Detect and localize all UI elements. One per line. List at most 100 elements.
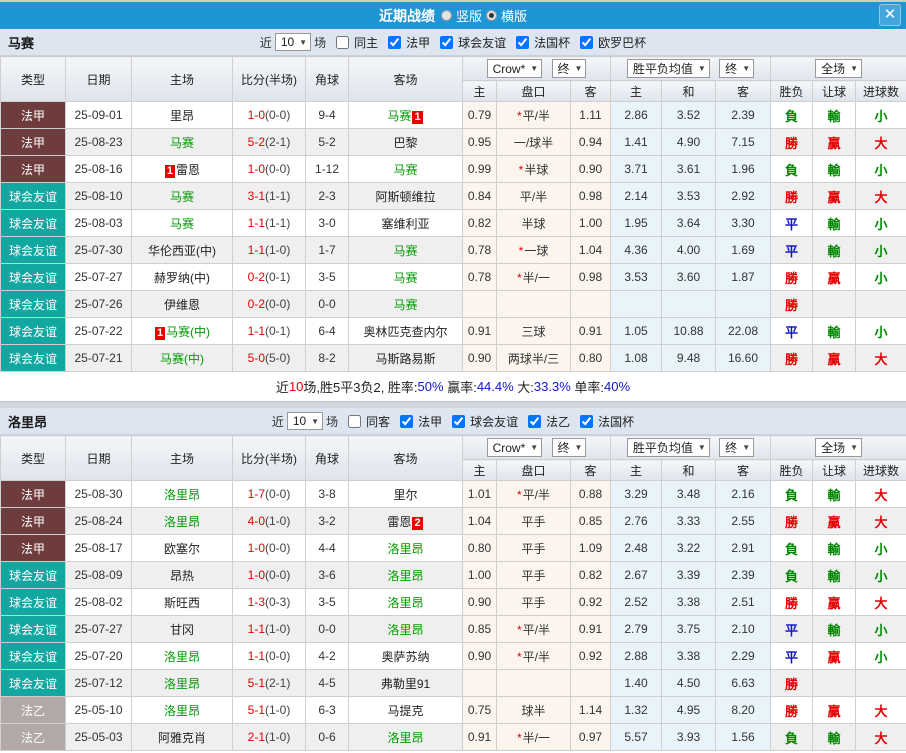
halftime-score: (0-0)	[265, 162, 290, 176]
avg-draw-cell: 3.39	[662, 562, 716, 589]
goals-result-cell: 大	[856, 697, 906, 724]
halftime-score: (1-1)	[265, 189, 290, 203]
avg-select[interactable]: 胜平负均值	[627, 438, 710, 457]
same-venue-label: 同主	[354, 34, 378, 51]
league-filter-checkbox[interactable]	[580, 415, 593, 428]
home-team-cell: 1马赛(中)	[132, 318, 233, 345]
fulltime-score: 1-1	[248, 243, 265, 257]
recent-count-select[interactable]: 10	[275, 33, 311, 51]
crow-odds-select[interactable]: Crow*	[487, 59, 543, 78]
home-team-name: 马赛	[170, 136, 194, 150]
avg-draw-cell: 3.38	[662, 643, 716, 670]
final-odds-select[interactable]: 终	[552, 438, 587, 457]
away-team-name: 洛里昂	[387, 623, 423, 637]
avg-draw-cell: 3.52	[662, 102, 716, 129]
league-filter-label: 欧罗巴杯	[598, 34, 646, 51]
league-filter-checkbox[interactable]	[580, 36, 593, 49]
horizontal-layout-radio[interactable]	[486, 10, 497, 21]
score-cell: 3-1(1-1)	[233, 183, 306, 210]
recent-count-select[interactable]: 10	[287, 412, 323, 430]
crow-odds-select[interactable]: Crow*	[487, 438, 543, 457]
same-venue-checkbox[interactable]	[348, 415, 361, 428]
home-team-name: 洛里昂	[164, 650, 200, 664]
avg-draw-cell: 10.88	[662, 318, 716, 345]
avg-home-cell: 2.79	[611, 616, 662, 643]
away-team-cell: 洛里昂	[349, 724, 463, 751]
away-team-cell: 马赛	[349, 237, 463, 264]
handicap-cell: *平/半	[497, 643, 571, 670]
handicap-cell: 平手	[497, 589, 571, 616]
away-team-name: 马提克	[387, 704, 423, 718]
final-avg-select[interactable]: 终	[719, 438, 754, 457]
vertical-layout-radio[interactable]	[441, 10, 452, 21]
away-team-cell: 弗勒里91	[349, 670, 463, 697]
col-away: 客场	[349, 57, 463, 102]
vertical-layout-label[interactable]: 竖版	[456, 6, 482, 25]
away-team-name: 阿斯顿维拉	[375, 190, 435, 204]
match-row: 球会友谊25-07-221马赛(中)1-1(0-1)6-4奥林匹克查内尔0.91…	[1, 318, 906, 345]
match-date-cell: 25-08-16	[66, 156, 132, 183]
wdl-result-cell: 勝	[771, 345, 813, 372]
handicap-text: 平/半	[523, 488, 550, 502]
avg-draw-cell: 3.64	[662, 210, 716, 237]
league-filter-checkbox[interactable]	[388, 36, 401, 49]
league-filter-checkbox[interactable]	[452, 415, 465, 428]
final-avg-select[interactable]: 终	[719, 59, 754, 78]
handicap-text: 平/半	[520, 190, 547, 204]
away-team-cell: 奥萨苏纳	[349, 643, 463, 670]
away-team-cell: 巴黎	[349, 129, 463, 156]
score-cell: 2-1(1-0)	[233, 724, 306, 751]
goals-result-cell: 大	[856, 724, 906, 751]
home-team-name: 欧塞尔	[164, 542, 200, 556]
col-away: 客场	[349, 436, 463, 481]
wdl-result-cell: 負	[771, 481, 813, 508]
fulltime-score: 5-0	[248, 351, 265, 365]
match-date-cell: 25-07-20	[66, 643, 132, 670]
home-team-cell: 1雷恩	[132, 156, 233, 183]
home-odds-cell: 0.99	[463, 156, 497, 183]
full-match-select[interactable]: 全场	[815, 438, 862, 457]
league-type-cell: 法乙	[1, 724, 66, 751]
match-date-cell: 25-08-17	[66, 535, 132, 562]
goals-result-cell	[856, 670, 906, 697]
avg-select[interactable]: 胜平负均值	[627, 59, 710, 78]
league-filter-checkbox[interactable]	[516, 36, 529, 49]
col-odds-away: 客	[571, 81, 611, 102]
home-team-cell: 华伦西亚(中)	[132, 237, 233, 264]
same-venue-checkbox[interactable]	[336, 36, 349, 49]
score-cell: 1-1(1-0)	[233, 237, 306, 264]
filter-bar: 近 10 场 同客 法甲 球会友谊 法乙 法国杯	[272, 412, 634, 430]
wdl-result-cell: 勝	[771, 589, 813, 616]
handicap-result-cell: 輸	[813, 535, 856, 562]
table-header-row: 类型 日期 主场 比分(半场) 角球 客场 Crow* 终 胜平负均值 终 全场	[1, 57, 906, 81]
fulltime-score: 0-2	[248, 270, 265, 284]
league-filter-checkbox[interactable]	[440, 36, 453, 49]
avg-draw-cell: 4.50	[662, 670, 716, 697]
col-avg-home: 主	[611, 81, 662, 102]
handicap-text: 半/一	[523, 731, 550, 745]
col-goals: 进球数	[856, 460, 906, 481]
halftime-score: (1-1)	[265, 216, 290, 230]
corner-cell: 8-2	[306, 345, 349, 372]
avg-away-cell: 6.63	[716, 670, 771, 697]
summary-segment: 单率:	[571, 377, 604, 396]
close-button[interactable]: ✕	[879, 4, 901, 26]
away-odds-cell: 0.94	[571, 129, 611, 156]
handicap-star: *	[519, 244, 524, 258]
home-team-cell: 里昂	[132, 102, 233, 129]
league-filter-checkbox[interactable]	[400, 415, 413, 428]
handicap-cell	[497, 670, 571, 697]
handicap-result-cell: 輸	[813, 237, 856, 264]
avg-draw-cell: 3.60	[662, 264, 716, 291]
avg-draw-cell: 3.53	[662, 183, 716, 210]
handicap-star: *	[517, 109, 522, 123]
full-match-select[interactable]: 全场	[815, 59, 862, 78]
halftime-score: (0-3)	[265, 595, 290, 609]
final-odds-select[interactable]: 终	[552, 59, 587, 78]
league-filter-checkbox[interactable]	[528, 415, 541, 428]
halftime-score: (1-0)	[265, 622, 290, 636]
away-team-name: 奥萨苏纳	[381, 650, 429, 664]
odds-group-header: Crow* 终	[463, 57, 611, 81]
avg-draw-cell: 3.93	[662, 724, 716, 751]
horizontal-layout-label[interactable]: 横版	[501, 6, 527, 25]
